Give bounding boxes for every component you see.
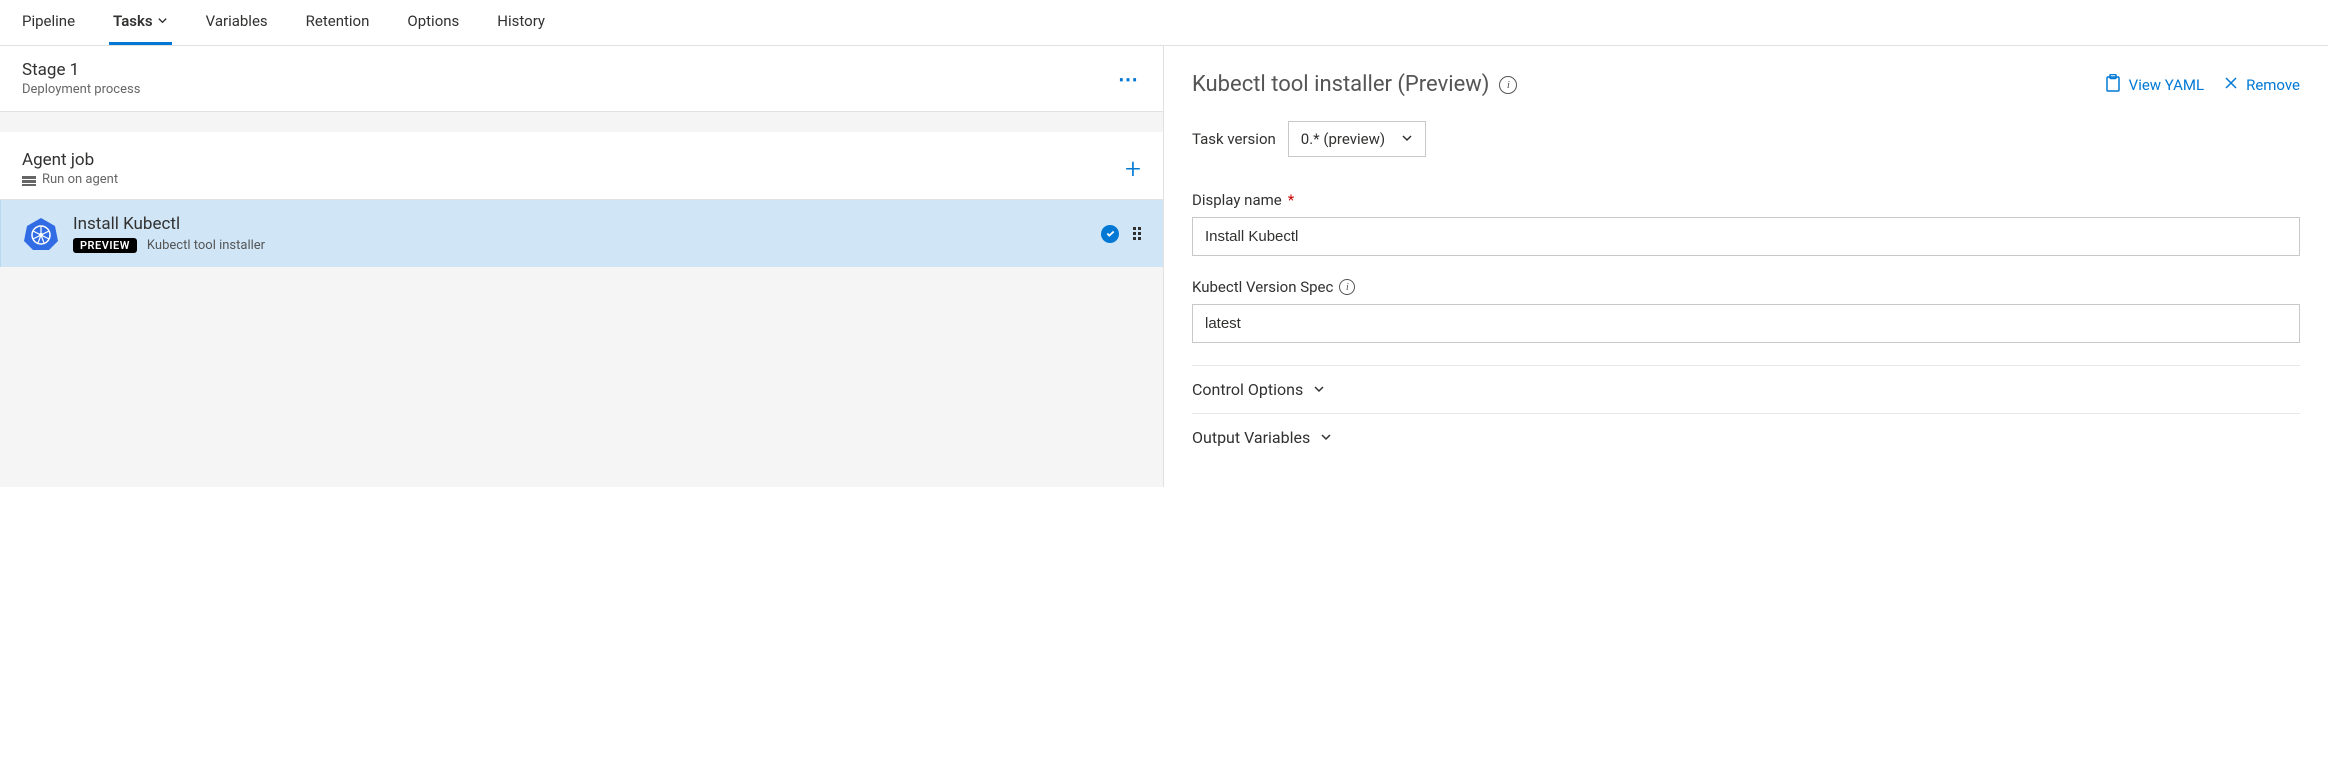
right-header: Kubectl tool installer (Preview) i View … bbox=[1192, 72, 2300, 97]
check-icon bbox=[1101, 225, 1119, 243]
task-sub: PREVIEW Kubectl tool installer bbox=[73, 238, 265, 253]
view-yaml-button[interactable]: View YAML bbox=[2105, 74, 2204, 96]
task-version-value: 0.* (preview) bbox=[1301, 130, 1385, 148]
stage-row[interactable]: Stage 1 Deployment process ⋯ bbox=[0, 46, 1163, 112]
info-icon[interactable]: i bbox=[1499, 76, 1517, 94]
close-icon bbox=[2224, 76, 2238, 94]
display-name-input[interactable] bbox=[1192, 217, 2300, 256]
agent-title: Agent job bbox=[22, 150, 118, 170]
task-version-label: Task version bbox=[1192, 130, 1276, 148]
agent-subtitle-label: Run on agent bbox=[42, 172, 118, 187]
right-actions: View YAML Remove bbox=[2105, 74, 2300, 96]
add-task-button[interactable]: + bbox=[1125, 152, 1141, 185]
main-layout: Stage 1 Deployment process ⋯ Agent job R… bbox=[0, 46, 2328, 487]
agent-icon bbox=[22, 175, 36, 185]
clipboard-icon bbox=[2105, 74, 2121, 96]
drag-handle-icon[interactable] bbox=[1133, 227, 1141, 240]
required-indicator: * bbox=[1288, 191, 1294, 209]
display-name-label: Display name * bbox=[1192, 191, 2300, 209]
task-text: Install Kubectl PREVIEW Kubectl tool ins… bbox=[73, 214, 265, 253]
preview-badge: PREVIEW bbox=[73, 238, 137, 253]
chevron-down-icon bbox=[1313, 380, 1325, 399]
agent-job-row[interactable]: Agent job Run on agent + bbox=[0, 132, 1163, 200]
left-panel: Stage 1 Deployment process ⋯ Agent job R… bbox=[0, 46, 1164, 487]
tab-history[interactable]: History bbox=[493, 0, 549, 45]
task-right bbox=[1101, 225, 1141, 243]
more-icon[interactable]: ⋯ bbox=[1118, 67, 1141, 91]
agent-subtitle: Run on agent bbox=[22, 172, 118, 187]
task-row-install-kubectl[interactable]: Install Kubectl PREVIEW Kubectl tool ins… bbox=[0, 200, 1163, 267]
panel-title: Kubectl tool installer (Preview) bbox=[1192, 72, 1489, 97]
stage-text: Stage 1 Deployment process bbox=[22, 60, 140, 97]
agent-text: Agent job Run on agent bbox=[22, 150, 118, 187]
chevron-down-icon bbox=[1401, 130, 1413, 148]
task-left: Install Kubectl PREVIEW Kubectl tool ins… bbox=[23, 214, 265, 253]
stage-subtitle: Deployment process bbox=[22, 82, 140, 97]
version-spec-label: Kubectl Version Spec i bbox=[1192, 278, 2300, 296]
tab-pipeline[interactable]: Pipeline bbox=[18, 0, 79, 45]
control-options-label: Control Options bbox=[1192, 380, 1303, 399]
info-icon[interactable]: i bbox=[1339, 279, 1355, 295]
version-spec-row: Kubectl Version Spec i bbox=[1192, 278, 2300, 343]
version-spec-input[interactable] bbox=[1192, 304, 2300, 343]
tab-variables[interactable]: Variables bbox=[202, 0, 272, 45]
tab-options[interactable]: Options bbox=[403, 0, 463, 45]
display-name-label-text: Display name bbox=[1192, 191, 1282, 209]
remove-button[interactable]: Remove bbox=[2224, 74, 2300, 96]
kubernetes-icon bbox=[23, 216, 59, 252]
output-variables-section[interactable]: Output Variables bbox=[1192, 413, 2300, 461]
task-version-select[interactable]: 0.* (preview) bbox=[1288, 121, 1426, 157]
stage-title: Stage 1 bbox=[22, 60, 140, 80]
task-desc: Kubectl tool installer bbox=[147, 238, 265, 253]
output-variables-label: Output Variables bbox=[1192, 428, 1310, 447]
tab-tasks-label: Tasks bbox=[113, 12, 153, 30]
chevron-down-icon bbox=[1320, 428, 1332, 447]
task-version-row: Task version 0.* (preview) bbox=[1192, 121, 2300, 157]
version-spec-label-text: Kubectl Version Spec bbox=[1192, 278, 1333, 296]
control-options-section[interactable]: Control Options bbox=[1192, 365, 2300, 413]
view-yaml-label: View YAML bbox=[2129, 76, 2204, 94]
tabs-bar: Pipeline Tasks Variables Retention Optio… bbox=[0, 0, 2328, 46]
task-title: Install Kubectl bbox=[73, 214, 265, 234]
display-name-row: Display name * bbox=[1192, 191, 2300, 256]
right-title-group: Kubectl tool installer (Preview) i bbox=[1192, 72, 1517, 97]
remove-label: Remove bbox=[2246, 76, 2300, 94]
right-panel: Kubectl tool installer (Preview) i View … bbox=[1164, 46, 2328, 487]
chevron-down-icon bbox=[157, 12, 168, 30]
tab-retention[interactable]: Retention bbox=[302, 0, 374, 45]
tab-tasks[interactable]: Tasks bbox=[109, 0, 172, 45]
